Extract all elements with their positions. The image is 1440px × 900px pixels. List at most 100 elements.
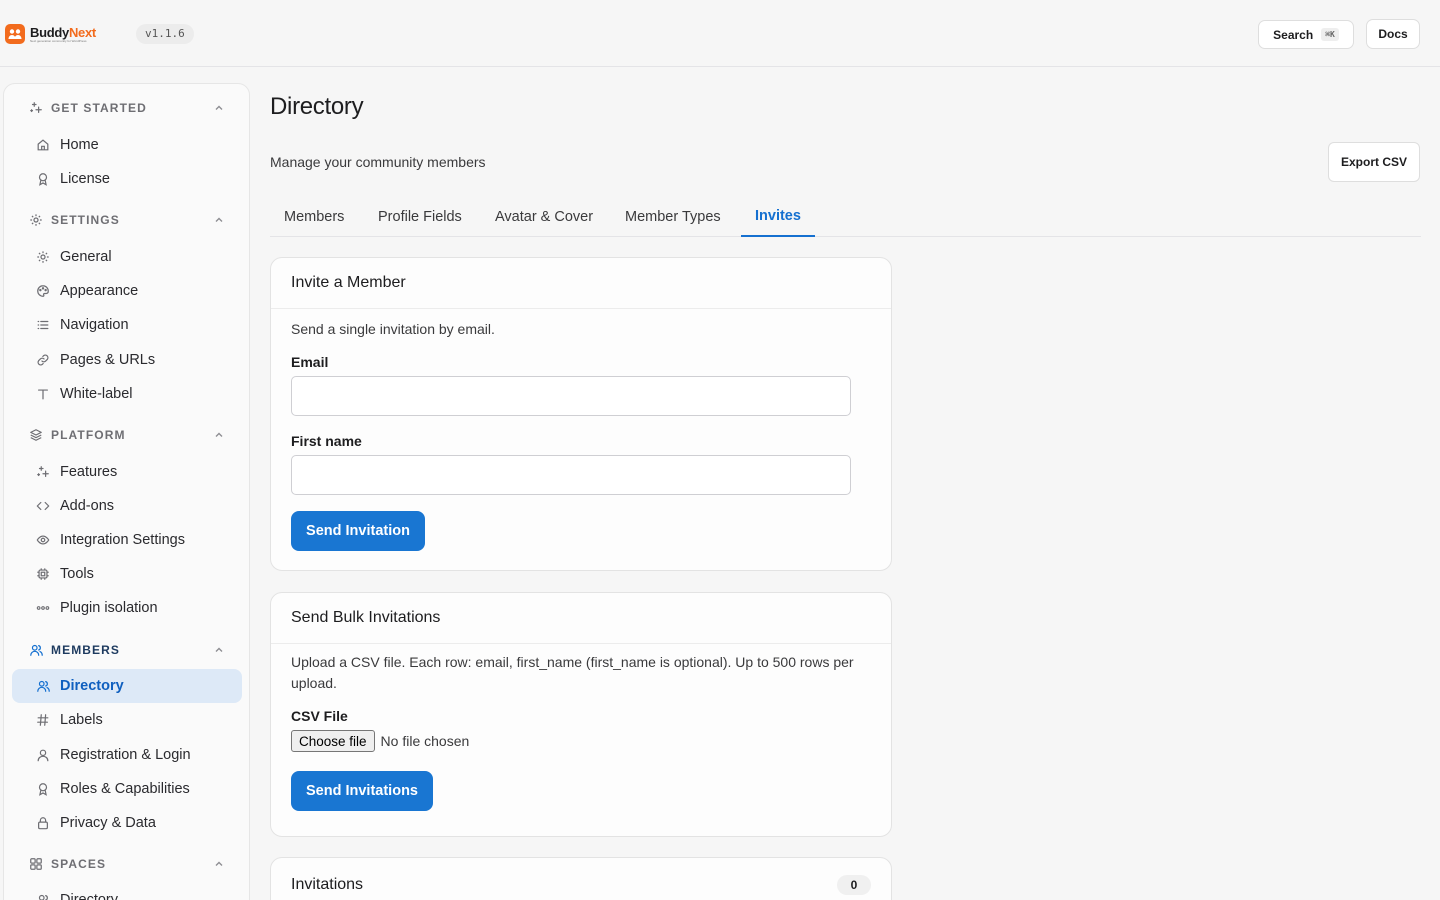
hash-icon xyxy=(35,712,51,728)
sidebar-item-integration-settings[interactable]: Integration Settings xyxy=(12,523,242,557)
app-logo[interactable]: BuddyNext Next generation community for … xyxy=(5,24,96,44)
type-icon xyxy=(35,386,51,402)
section-platform[interactable]: PLATFORM xyxy=(28,425,228,445)
sidebar-item-tools[interactable]: Tools xyxy=(12,557,242,591)
sidebar-item-label: Navigation xyxy=(60,317,129,333)
list-icon xyxy=(35,317,51,333)
badge-icon xyxy=(35,781,51,797)
section-settings[interactable]: SETTINGS xyxy=(28,210,228,230)
chevron-up-icon xyxy=(212,428,226,442)
send-invitation-button[interactable]: Send Invitation xyxy=(291,511,425,551)
sidebar-item-label: Directory xyxy=(60,678,124,694)
palette-icon xyxy=(35,283,51,299)
bulk-invitations-card: Send Bulk Invitations Upload a CSV file.… xyxy=(270,592,892,837)
tab-avatar-cover[interactable]: Avatar & Cover xyxy=(481,199,607,237)
tab-bar: Members Profile Fields Avatar & Cover Me… xyxy=(270,199,1421,237)
sidebar-item-roles-capabilities[interactable]: Roles & Capabilities xyxy=(12,772,242,806)
csv-file-input[interactable]: Choose file No file chosen xyxy=(291,730,871,752)
sidebar-item-plugin-isolation[interactable]: Plugin isolation xyxy=(12,591,242,625)
sidebar-item-general[interactable]: General xyxy=(12,240,242,274)
sidebar-item-label: Integration Settings xyxy=(60,532,185,548)
sidebar-item-labels[interactable]: Labels xyxy=(12,703,242,737)
search-button[interactable]: Search ⌘K xyxy=(1258,20,1354,49)
sidebar-item-directory[interactable]: Directory xyxy=(12,669,242,703)
sidebar-item-privacy-data[interactable]: Privacy & Data xyxy=(12,806,242,840)
sidebar-item-license[interactable]: License xyxy=(12,162,242,196)
sidebar-item-label: General xyxy=(60,249,112,265)
chevron-up-icon xyxy=(212,101,226,115)
home-icon xyxy=(35,137,51,153)
chevron-up-icon xyxy=(212,213,226,227)
card-description: Send a single invitation by email. xyxy=(291,321,495,337)
sidebar-item-label: Appearance xyxy=(60,283,139,299)
eye-icon xyxy=(35,532,51,548)
sidebar-item-add-ons[interactable]: Add-ons xyxy=(12,489,242,523)
section-title: GET STARTED xyxy=(51,101,147,115)
sidebar-item-label: Labels xyxy=(60,712,103,728)
sidebar-item-registration-login[interactable]: Registration & Login xyxy=(12,738,242,772)
users-icon xyxy=(35,892,51,900)
section-members[interactable]: MEMBERS xyxy=(28,640,228,660)
sidebar-item-label: Directory xyxy=(60,892,119,900)
section-get-started[interactable]: GET STARTED xyxy=(28,98,228,118)
sidebar-item-label: Tools xyxy=(60,566,94,582)
grid-icon xyxy=(28,856,44,872)
sidebar-item-label: White-label xyxy=(60,386,133,402)
chevron-up-icon xyxy=(212,857,226,871)
sidebar-item-label: Features xyxy=(60,464,118,480)
first-name-label: First name xyxy=(291,433,362,449)
sidebar-item-label: Add-ons xyxy=(60,498,115,514)
sidebar-item-label: Plugin isolation xyxy=(60,600,158,616)
export-csv-button[interactable]: Export CSV xyxy=(1328,142,1420,182)
sidebar-item-features[interactable]: Features xyxy=(12,455,242,489)
section-spaces[interactable]: SPACES xyxy=(28,854,228,874)
email-field[interactable] xyxy=(291,376,851,416)
section-title: PLATFORM xyxy=(51,428,126,442)
sidebar-item-appearance[interactable]: Appearance xyxy=(12,274,242,308)
section-title: SETTINGS xyxy=(51,213,120,227)
sidebar-item-pages-urls[interactable]: Pages & URLs xyxy=(12,343,242,377)
card-title: Invite a Member xyxy=(291,274,406,291)
logo-mark-icon xyxy=(5,24,25,44)
sidebar-item-label: License xyxy=(60,171,110,187)
tab-profile-fields[interactable]: Profile Fields xyxy=(364,199,476,237)
sidebar-item-label: Registration & Login xyxy=(60,747,191,763)
app-name: BuddyNext xyxy=(30,24,96,40)
chevron-up-icon xyxy=(212,643,226,657)
card-title: Send Bulk Invitations xyxy=(291,609,441,626)
email-label: Email xyxy=(291,354,329,370)
sidebar-item-navigation[interactable]: Navigation xyxy=(12,308,242,342)
cpu-icon xyxy=(35,566,51,582)
top-bar: BuddyNext Next generation community for … xyxy=(0,0,1440,67)
tab-members[interactable]: Members xyxy=(270,199,358,237)
send-invitations-button[interactable]: Send Invitations xyxy=(291,771,433,811)
sidebar: GET STARTED Home License SETTINGS Genera… xyxy=(3,83,250,900)
choose-file-button[interactable]: Choose file xyxy=(291,730,375,752)
docs-button[interactable]: Docs xyxy=(1366,19,1420,49)
sidebar-item-label: Home xyxy=(60,137,99,153)
sidebar-item-label: Pages & URLs xyxy=(60,352,156,368)
code-icon xyxy=(35,498,51,514)
sidebar-item-white-label[interactable]: White-label xyxy=(12,377,242,411)
tab-invites[interactable]: Invites xyxy=(741,199,815,237)
sidebar-item-home[interactable]: Home xyxy=(12,128,242,162)
link-icon xyxy=(35,352,51,368)
section-title: SPACES xyxy=(51,857,107,871)
lock-icon xyxy=(35,815,51,831)
dots-icon xyxy=(35,600,51,616)
gear-icon xyxy=(28,212,44,228)
file-status: No file chosen xyxy=(380,733,470,749)
sidebar-item-spaces-directory[interactable]: Directory xyxy=(12,883,242,900)
invitations-count-badge: 0 xyxy=(837,875,871,895)
tab-member-types[interactable]: Member Types xyxy=(611,199,735,237)
card-title: Invitations xyxy=(291,876,364,893)
page-title: Directory xyxy=(270,93,364,120)
section-title: MEMBERS xyxy=(51,643,121,657)
invite-member-card: Invite a Member Send a single invitation… xyxy=(270,257,892,571)
sparkles-icon xyxy=(35,464,51,480)
first-name-field[interactable] xyxy=(291,455,851,495)
search-label: Search xyxy=(1273,27,1314,42)
sidebar-item-label: Privacy & Data xyxy=(60,815,156,831)
layers-icon xyxy=(28,427,44,443)
users-icon xyxy=(35,678,51,694)
